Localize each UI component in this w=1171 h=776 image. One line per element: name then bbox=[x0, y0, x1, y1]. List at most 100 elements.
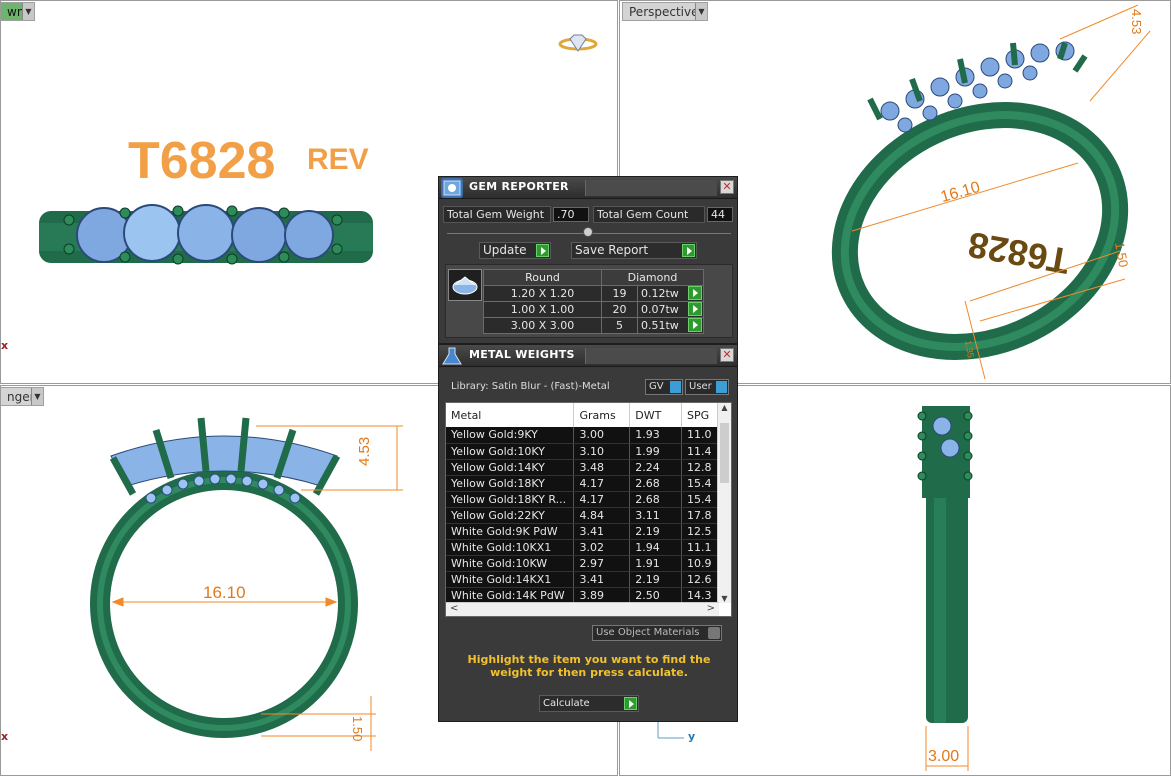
select-row-button[interactable] bbox=[688, 286, 702, 300]
metal-name: Yellow Gold:18KY bbox=[446, 475, 575, 492]
metal-grams: 3.10 bbox=[573, 443, 631, 460]
select-row-button[interactable] bbox=[688, 318, 702, 332]
titlebar-grip[interactable] bbox=[585, 348, 717, 364]
close-icon[interactable]: ✕ bbox=[720, 348, 734, 362]
scroll-down-icon[interactable]: ▼ bbox=[718, 594, 731, 603]
gem-count: 5 bbox=[601, 317, 638, 334]
metal-name: Yellow Gold:22KY bbox=[446, 507, 575, 524]
gem-reporter-titlebar[interactable]: GEM REPORTER ✕ bbox=[439, 177, 737, 199]
metal-grams: 3.41 bbox=[573, 523, 631, 540]
toggle-indicator-icon bbox=[670, 381, 681, 393]
gv-label: GV bbox=[649, 381, 664, 392]
metal-table: Metal Grams DWT SPG Yellow Gold:9KY 3.00 1… bbox=[446, 403, 719, 604]
calculate-button[interactable]: Calculate bbox=[539, 695, 639, 712]
metal-weights-titlebar[interactable]: METAL WEIGHTS ✕ bbox=[439, 345, 737, 367]
column-header-grams[interactable]: Grams bbox=[573, 403, 631, 427]
table-row[interactable]: White Gold:10KX1 3.02 1.94 11.1 bbox=[446, 539, 719, 556]
use-object-materials-toggle[interactable]: Use Object Materials bbox=[592, 625, 722, 641]
close-icon[interactable]: ✕ bbox=[720, 180, 734, 194]
gem-reporter-panel[interactable]: GEM REPORTER ✕ Total Gem Weight .70 Tota… bbox=[438, 176, 738, 344]
total-gem-count-label: Total Gem Count bbox=[593, 206, 705, 223]
calculate-button-label: Calculate bbox=[543, 698, 590, 709]
scroll-right-icon[interactable]: > bbox=[707, 603, 715, 614]
metal-name: Yellow Gold:14KY bbox=[446, 459, 575, 476]
toggle-indicator-icon bbox=[708, 627, 720, 639]
ring-preview-icon bbox=[558, 34, 598, 52]
metal-spg: 17.8 bbox=[681, 507, 719, 524]
metal-spg: 11.0 bbox=[681, 427, 719, 444]
gem-size: 1.20 X 1.20 bbox=[483, 285, 602, 302]
metal-grams: 3.41 bbox=[573, 571, 631, 588]
metal-grams: 3.48 bbox=[573, 459, 631, 476]
gem-reporter-icon bbox=[441, 178, 463, 198]
table-row[interactable]: Yellow Gold:18KY 4.17 2.68 15.4 bbox=[446, 475, 719, 492]
metal-spg: 10.9 bbox=[681, 555, 719, 572]
metal-table-container[interactable]: Metal Grams DWT SPG Yellow Gold:9KY 3.00 1… bbox=[445, 402, 732, 617]
column-header-spg[interactable]: SPG bbox=[681, 403, 719, 427]
metal-dwt: 2.24 bbox=[629, 459, 682, 476]
slider-handle[interactable] bbox=[583, 227, 593, 237]
gem-table: Round Diamond 1.20 X 1.20 19 0.12tw 1.00… bbox=[483, 269, 704, 334]
metal-name: Yellow Gold:10KY bbox=[446, 443, 575, 460]
table-row[interactable]: Yellow Gold:14KY 3.48 2.24 12.8 bbox=[446, 459, 719, 476]
metal-dwt: 2.19 bbox=[629, 571, 682, 588]
vertical-scrollbar[interactable]: ▲ ▼ bbox=[717, 403, 731, 603]
total-gem-count-value: 44 bbox=[707, 207, 733, 222]
select-row-button[interactable] bbox=[688, 302, 702, 316]
dim-band-right: 3.00 bbox=[928, 748, 959, 765]
save-report-button[interactable]: Save Report bbox=[571, 242, 697, 259]
column-header-metal[interactable]: Metal bbox=[446, 403, 575, 427]
total-gem-weight-value: .70 bbox=[553, 207, 589, 222]
metal-dwt: 3.11 bbox=[629, 507, 682, 524]
table-row[interactable]: White Gold:9K PdW 3.41 2.19 12.5 bbox=[446, 523, 719, 540]
axis-x-label: x bbox=[1, 730, 9, 743]
table-row[interactable]: White Gold:14K PdW 3.89 2.50 14.3 bbox=[446, 587, 719, 604]
flask-icon bbox=[441, 346, 463, 366]
metal-name: White Gold:14K PdW bbox=[446, 587, 575, 604]
metal-name: White Gold:10KX1 bbox=[446, 539, 575, 556]
metal-dwt: 1.91 bbox=[629, 555, 682, 572]
scroll-up-icon[interactable]: ▲ bbox=[718, 403, 731, 412]
metal-grams: 3.89 bbox=[573, 587, 631, 604]
dim-thickness-front: 1.50 bbox=[350, 716, 365, 741]
table-row[interactable]: 3.00 X 3.00 5 0.51tw bbox=[483, 317, 704, 334]
metal-dwt: 2.68 bbox=[629, 475, 682, 492]
table-row[interactable]: Yellow Gold:10KY 3.10 1.99 11.4 bbox=[446, 443, 719, 460]
table-row[interactable]: White Gold:14KX1 3.41 2.19 12.6 bbox=[446, 571, 719, 588]
axis-x-label: x bbox=[1, 339, 9, 352]
horizontal-scrollbar[interactable]: < > bbox=[446, 602, 719, 616]
dim-thickness-persp: 1.50 bbox=[1112, 241, 1131, 269]
metal-grams: 3.00 bbox=[573, 427, 631, 444]
metal-spg: 14.3 bbox=[681, 587, 719, 604]
column-header-dwt[interactable]: DWT bbox=[629, 403, 682, 427]
table-row[interactable]: Yellow Gold:9KY 3.00 1.93 11.0 bbox=[446, 427, 719, 444]
metal-spg: 12.8 bbox=[681, 459, 719, 476]
metal-name: White Gold:9K PdW bbox=[446, 523, 575, 540]
metal-spg: 11.4 bbox=[681, 443, 719, 460]
scrollbar-thumb[interactable] bbox=[720, 423, 729, 483]
metal-weights-panel[interactable]: METAL WEIGHTS ✕ Library: Satin Blur - (F… bbox=[438, 344, 738, 722]
update-button-label: Update bbox=[483, 243, 527, 257]
metal-grams: 3.02 bbox=[573, 539, 631, 556]
gem-size: 1.00 X 1.00 bbox=[483, 301, 602, 318]
metal-dwt: 1.93 bbox=[629, 427, 682, 444]
table-row[interactable]: Yellow Gold:22KY 4.84 3.11 17.8 bbox=[446, 507, 719, 524]
table-row[interactable]: 1.20 X 1.20 19 0.12tw bbox=[483, 285, 704, 302]
table-row[interactable]: 1.00 X 1.00 20 0.07tw bbox=[483, 301, 704, 318]
metal-spg: 12.5 bbox=[681, 523, 719, 540]
save-report-button-label: Save Report bbox=[575, 243, 649, 257]
scroll-left-icon[interactable]: < bbox=[450, 603, 458, 614]
play-icon bbox=[682, 244, 695, 257]
gem-type-header: Diamond bbox=[601, 269, 704, 286]
table-row[interactable]: Yellow Gold:18KY R... 4.17 2.68 15.4 bbox=[446, 491, 719, 508]
metal-name: Yellow Gold:18KY R... bbox=[446, 491, 575, 508]
metal-dwt: 2.68 bbox=[629, 491, 682, 508]
metal-name: White Gold:14KX1 bbox=[446, 571, 575, 588]
update-button[interactable]: Update bbox=[479, 242, 551, 259]
table-row[interactable]: White Gold:10KW 2.97 1.91 10.9 bbox=[446, 555, 719, 572]
titlebar-grip[interactable] bbox=[585, 180, 717, 196]
dim-height-front: 4.53 bbox=[356, 437, 373, 466]
user-toggle[interactable]: User bbox=[685, 379, 729, 395]
metal-weights-title: METAL WEIGHTS bbox=[469, 348, 575, 361]
gv-toggle[interactable]: GV bbox=[645, 379, 683, 395]
